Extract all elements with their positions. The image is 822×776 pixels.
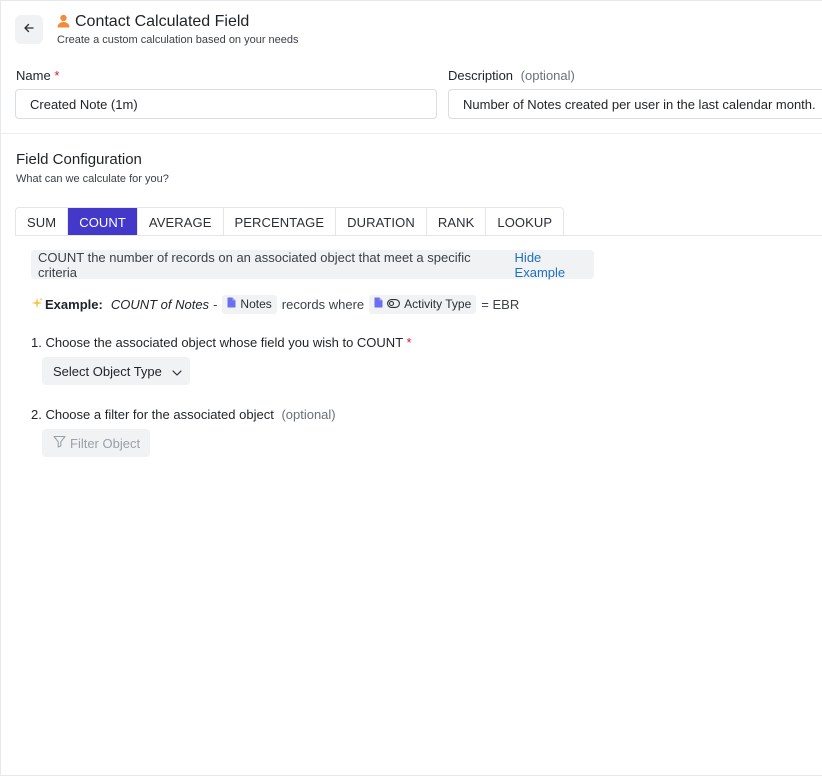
step-2-text: 2. Choose a filter for the associated ob… <box>31 407 274 422</box>
calculation-tabs: SUM COUNT AVERAGE PERCENTAGE DURATION RA… <box>15 207 565 236</box>
optional-marker: (optional) <box>520 68 575 83</box>
count-hint: COUNT the number of records on an associ… <box>31 249 594 280</box>
required-marker: * <box>54 68 60 83</box>
section-divider <box>0 133 822 134</box>
field-chip: Activity Type <box>369 294 477 314</box>
example-row: Example: COUNT of Notes - Notes records … <box>31 293 519 315</box>
step-2-label: 2. Choose a filter for the associated ob… <box>31 407 336 422</box>
example-dash: - <box>213 296 218 312</box>
page-header: Contact Calculated Field <box>57 13 249 31</box>
tab-rank[interactable]: RANK <box>427 208 487 236</box>
field-chip-label: Activity Type <box>404 297 472 311</box>
name-field-value: Created Note (1m) <box>30 96 138 112</box>
person-icon <box>57 14 70 31</box>
optional-marker: (optional) <box>281 407 336 422</box>
section-title: Field Configuration <box>16 151 142 168</box>
hide-example-link[interactable]: Hide Example <box>515 250 594 280</box>
chevron-down-icon <box>172 364 182 379</box>
object-chip-label: Notes <box>240 297 272 311</box>
document-icon <box>227 297 236 311</box>
description-field-value: Number of Notes created per user in the … <box>463 96 816 112</box>
step-1-text: 1. Choose the associated object whose fi… <box>31 335 403 350</box>
filter-icon <box>53 435 66 451</box>
name-label: Name * <box>16 68 59 83</box>
page-title: Contact Calculated Field <box>75 13 250 30</box>
hint-text: COUNT the number of records on an associ… <box>38 249 471 280</box>
name-label-text: Name <box>16 68 51 83</box>
back-button[interactable] <box>15 15 43 44</box>
name-field[interactable]: Created Note (1m) <box>15 89 437 119</box>
select-object-type-button[interactable]: Select Object Type <box>42 357 190 385</box>
page-subtitle: Create a custom calculation based on you… <box>57 34 299 46</box>
tabs-underline <box>15 235 822 236</box>
tab-average[interactable]: AVERAGE <box>138 208 224 236</box>
section-subtitle: What can we calculate for you? <box>16 173 169 185</box>
filter-object-button[interactable]: Filter Object <box>42 429 150 457</box>
description-label-text: Description <box>448 68 514 83</box>
toggle-icon <box>387 297 401 311</box>
tab-duration[interactable]: DURATION <box>336 208 427 236</box>
document-icon <box>374 297 383 311</box>
example-equals: = EBR <box>481 296 520 312</box>
example-function: COUNT of Notes <box>110 296 210 312</box>
example-records-where: records where <box>281 296 365 312</box>
select-object-type-label: Select Object Type <box>53 363 162 379</box>
tab-count[interactable]: COUNT <box>68 208 138 236</box>
sparkle-icon <box>31 297 43 312</box>
arrow-left-icon <box>23 22 35 37</box>
tab-percentage[interactable]: PERCENTAGE <box>224 208 337 236</box>
example-label: Example: <box>45 296 103 312</box>
step-1-label: 1. Choose the associated object whose fi… <box>31 335 412 350</box>
filter-object-label: Filter Object <box>70 435 141 451</box>
tab-sum[interactable]: SUM <box>16 208 69 236</box>
description-field[interactable]: Number of Notes created per user in the … <box>448 89 822 119</box>
tab-lookup[interactable]: LOOKUP <box>486 208 563 236</box>
required-marker: * <box>406 335 412 350</box>
object-chip: Notes <box>222 294 277 314</box>
description-label: Description (optional) <box>448 68 575 83</box>
